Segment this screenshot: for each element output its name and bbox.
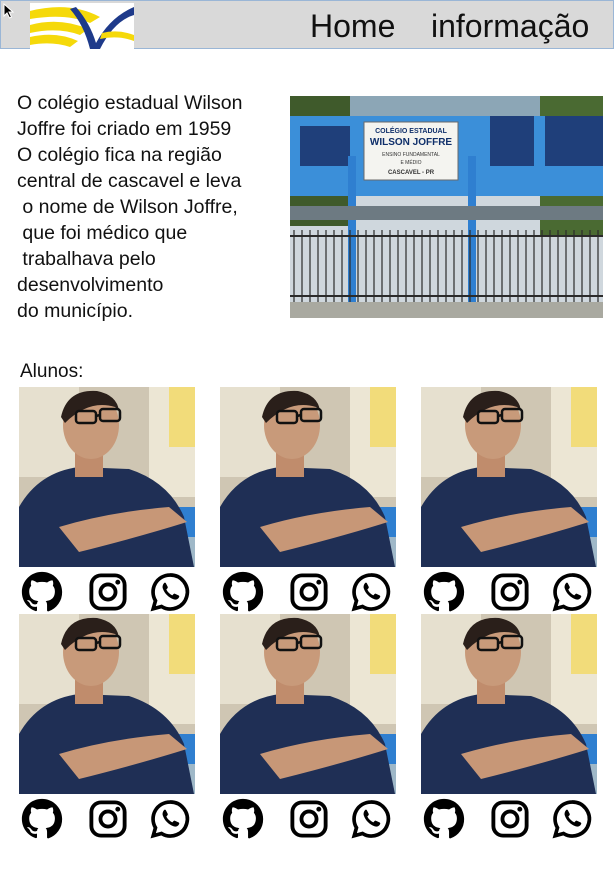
top-navigation-bar: Home informação	[0, 0, 614, 49]
github-icon[interactable]	[423, 571, 465, 613]
student-photo	[19, 614, 195, 794]
students-heading: Alunos:	[20, 361, 84, 382]
github-icon[interactable]	[21, 571, 63, 613]
student-photo	[220, 387, 396, 567]
sign-line3: ENSINO FUNDAMENTAL	[382, 152, 440, 158]
student-photo	[220, 614, 396, 794]
social-links-row	[19, 796, 197, 842]
instagram-icon[interactable]	[288, 571, 330, 613]
student-card	[19, 387, 197, 617]
sign-line1: COLÉGIO ESTADUAL	[375, 126, 448, 135]
social-links-row	[421, 569, 599, 615]
nav-informacao-link[interactable]: informação	[431, 6, 589, 46]
whatsapp-icon[interactable]	[350, 571, 392, 613]
nav-home-link[interactable]: Home	[310, 6, 395, 46]
mouse-cursor-icon	[3, 3, 15, 19]
instagram-icon[interactable]	[489, 571, 531, 613]
github-icon[interactable]	[423, 798, 465, 840]
intro-text: O colégio estadual Wilson Joffre foi cri…	[17, 92, 243, 322]
github-icon[interactable]	[21, 798, 63, 840]
student-photo	[421, 614, 597, 794]
instagram-icon[interactable]	[87, 571, 129, 613]
whatsapp-icon[interactable]	[350, 798, 392, 840]
whatsapp-icon[interactable]	[149, 571, 191, 613]
instagram-icon[interactable]	[87, 798, 129, 840]
student-card	[220, 614, 398, 844]
whatsapp-icon[interactable]	[551, 798, 593, 840]
student-photo	[19, 387, 195, 567]
sign-line4: E MÉDIO	[400, 159, 421, 166]
student-card	[19, 614, 197, 844]
sign-line5: CASCAVEL - PR	[388, 170, 435, 176]
whatsapp-icon[interactable]	[149, 798, 191, 840]
social-links-row	[220, 796, 398, 842]
school-logo-icon[interactable]	[30, 3, 134, 49]
social-links-row	[421, 796, 599, 842]
whatsapp-icon[interactable]	[551, 571, 593, 613]
instagram-icon[interactable]	[489, 798, 531, 840]
github-icon[interactable]	[222, 571, 264, 613]
student-photo	[421, 387, 597, 567]
student-card	[421, 387, 599, 617]
social-links-row	[220, 569, 398, 615]
school-building-photo: COLÉGIO ESTADUAL WILSON JOFFRE ENSINO FU…	[290, 96, 603, 318]
instagram-icon[interactable]	[288, 798, 330, 840]
student-card	[421, 614, 599, 844]
github-icon[interactable]	[222, 798, 264, 840]
student-card	[220, 387, 398, 617]
social-links-row	[19, 569, 197, 615]
sign-line2: WILSON JOFFRE	[370, 137, 453, 148]
